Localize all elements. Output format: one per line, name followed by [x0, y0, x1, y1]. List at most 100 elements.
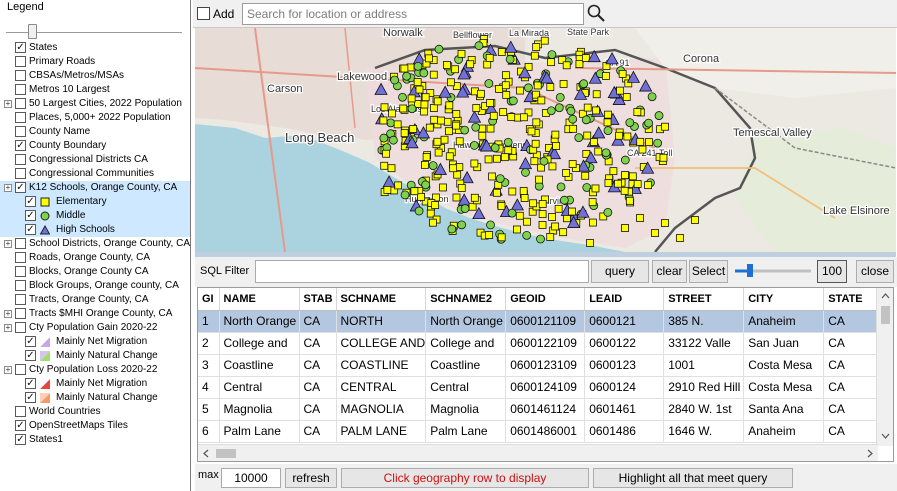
elementary-school-marker[interactable]	[551, 222, 560, 231]
elementary-school-marker[interactable]	[407, 94, 416, 103]
layer-checkbox[interactable]	[15, 56, 26, 67]
layer-checkbox[interactable]	[15, 280, 26, 291]
legend-item[interactable]: ✓ States1	[0, 433, 190, 447]
middle-school-marker[interactable]	[547, 50, 557, 60]
close-button[interactable]: close	[856, 260, 894, 283]
elementary-school-marker[interactable]	[581, 54, 590, 62]
elementary-school-marker[interactable]	[440, 135, 449, 144]
elementary-school-marker[interactable]	[523, 217, 531, 226]
max-rows-input[interactable]	[221, 468, 281, 488]
layer-checkbox[interactable]	[15, 406, 26, 417]
middle-school-marker[interactable]	[428, 161, 438, 171]
elementary-school-marker[interactable]	[457, 184, 466, 192]
elementary-school-marker[interactable]	[425, 54, 433, 63]
middle-school-marker[interactable]	[521, 168, 530, 177]
elementary-school-marker[interactable]	[452, 121, 461, 130]
elementary-school-marker[interactable]	[515, 211, 524, 220]
elementary-school-marker[interactable]	[531, 139, 540, 148]
legend-item[interactable]: Metros 10 Largest	[0, 83, 190, 97]
elementary-school-marker[interactable]	[529, 199, 538, 208]
expand-icon[interactable]: +	[4, 324, 12, 332]
elementary-school-marker[interactable]	[559, 228, 568, 237]
layer-checkbox[interactable]	[15, 294, 26, 305]
elementary-school-marker[interactable]	[691, 216, 699, 224]
layer-checkbox[interactable]: ✓	[15, 182, 26, 193]
elementary-school-marker[interactable]	[516, 86, 524, 95]
elementary-school-marker[interactable]	[410, 187, 419, 196]
elementary-school-marker[interactable]	[382, 149, 391, 158]
search-icon[interactable]	[586, 3, 606, 23]
legend-item[interactable]: County Name	[0, 125, 190, 139]
middle-school-marker[interactable]	[539, 156, 549, 166]
elementary-school-marker[interactable]	[645, 138, 653, 147]
elementary-school-marker[interactable]	[644, 181, 653, 190]
layer-checkbox[interactable]	[15, 308, 26, 319]
elementary-school-marker[interactable]	[466, 60, 475, 69]
elementary-school-marker[interactable]	[452, 193, 461, 202]
middle-school-marker[interactable]	[398, 92, 407, 102]
elementary-school-marker[interactable]	[532, 43, 541, 51]
legend-item[interactable]: Places, 5,000+ 2022 Population	[0, 111, 190, 125]
middle-school-marker[interactable]	[495, 174, 505, 184]
middle-school-marker[interactable]	[559, 195, 569, 205]
layer-checkbox[interactable]: ✓	[25, 336, 36, 347]
query-button[interactable]: query	[591, 260, 649, 283]
legend-item[interactable]: ✓ Mainly Net Migration	[0, 335, 190, 349]
elementary-school-marker[interactable]	[434, 148, 443, 157]
elementary-school-marker[interactable]	[676, 234, 684, 242]
legend-item[interactable]: Blocks, Orange County CA	[0, 265, 190, 279]
elementary-school-marker[interactable]	[659, 153, 668, 162]
legend-item[interactable]: ✓ Middle	[0, 209, 190, 223]
layer-checkbox[interactable]	[15, 98, 26, 109]
column-header[interactable]: NAME	[219, 288, 300, 311]
middle-school-marker[interactable]	[603, 126, 613, 136]
elementary-school-marker[interactable]	[533, 81, 542, 90]
elementary-school-marker[interactable]	[562, 61, 571, 70]
elementary-school-marker[interactable]	[486, 99, 494, 107]
elementary-school-marker[interactable]	[651, 229, 659, 237]
elementary-school-marker[interactable]	[422, 153, 431, 161]
middle-school-marker[interactable]	[603, 207, 613, 217]
legend-item[interactable]: Block Groups, Orange county, CA	[0, 279, 190, 293]
layer-checkbox[interactable]	[15, 70, 26, 81]
elementary-school-marker[interactable]	[429, 104, 438, 112]
elementary-school-marker[interactable]	[413, 78, 422, 86]
elementary-school-marker[interactable]	[437, 116, 446, 125]
middle-school-marker[interactable]	[407, 104, 417, 114]
middle-school-marker[interactable]	[419, 68, 429, 78]
elementary-school-marker[interactable]	[429, 218, 437, 227]
elementary-school-marker[interactable]	[538, 200, 547, 208]
add-checkbox[interactable]	[197, 7, 210, 20]
column-header[interactable]: STAB	[299, 288, 337, 311]
middle-school-marker[interactable]	[568, 114, 578, 124]
layer-checkbox[interactable]	[15, 322, 26, 333]
elementary-school-marker[interactable]	[379, 116, 388, 125]
elementary-school-marker[interactable]	[488, 172, 496, 181]
elementary-school-marker[interactable]	[633, 108, 642, 116]
middle-school-marker[interactable]	[508, 96, 518, 106]
horizontal-scrollbar[interactable]	[198, 444, 878, 461]
elementary-school-marker[interactable]	[399, 104, 408, 113]
elementary-school-marker[interactable]	[535, 175, 544, 184]
elementary-school-marker[interactable]	[628, 172, 637, 181]
elementary-school-marker[interactable]	[484, 155, 493, 164]
elementary-school-marker[interactable]	[589, 138, 598, 146]
elementary-school-marker[interactable]	[548, 162, 557, 171]
expand-icon[interactable]: +	[4, 240, 12, 248]
elementary-school-marker[interactable]	[618, 69, 627, 78]
elementary-school-marker[interactable]	[620, 186, 629, 195]
middle-school-marker[interactable]	[460, 204, 470, 213]
elementary-school-marker[interactable]	[420, 160, 429, 169]
layer-checkbox[interactable]: ✓	[15, 420, 26, 431]
elementary-school-marker[interactable]	[444, 127, 453, 136]
column-header[interactable]: SCHNAME	[336, 288, 427, 311]
column-header[interactable]: CITY	[743, 288, 825, 311]
elementary-school-marker[interactable]	[592, 90, 601, 99]
elementary-school-marker[interactable]	[415, 85, 424, 94]
elementary-school-marker[interactable]	[483, 60, 492, 69]
elementary-school-marker[interactable]	[502, 90, 511, 99]
middle-school-marker[interactable]	[581, 115, 591, 125]
elementary-school-marker[interactable]	[485, 53, 494, 62]
elementary-school-marker[interactable]	[443, 117, 452, 126]
elementary-school-marker[interactable]	[537, 96, 546, 105]
